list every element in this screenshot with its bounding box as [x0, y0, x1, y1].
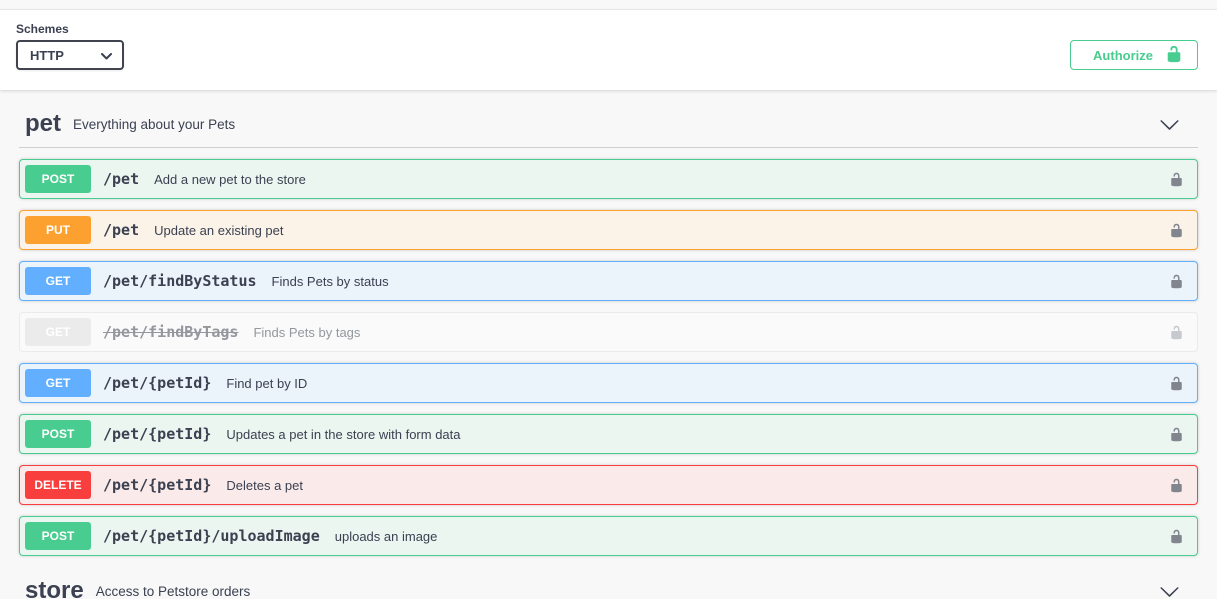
method-badge: POST — [25, 522, 91, 550]
operation-description: Finds Pets by status — [272, 274, 389, 289]
schemes-block: Schemes HTTP — [16, 22, 124, 70]
opblock-tag-section: store Access to Petstore orders — [19, 567, 1198, 599]
operation-path: /pet/{petId}/uploadImage — [103, 527, 320, 545]
operation-description: Update an existing pet — [154, 223, 283, 238]
auth-lock-button[interactable] — [1169, 528, 1184, 545]
auth-lock-button[interactable] — [1169, 171, 1184, 188]
method-badge: POST — [25, 420, 91, 448]
schemes-label: Schemes — [16, 22, 124, 36]
unlock-icon — [1169, 533, 1184, 548]
chevron-down-icon — [101, 48, 112, 63]
auth-lock-button[interactable] — [1169, 426, 1184, 443]
operation-list: POST /pet Add a new pet to the store PUT… — [19, 159, 1198, 556]
operation-path: /pet/{petId} — [103, 476, 211, 494]
section-expand-button[interactable] — [1159, 581, 1180, 599]
operation-description: Finds Pets by tags — [253, 325, 360, 340]
section-description: Access to Petstore orders — [96, 584, 251, 599]
unlock-icon — [1169, 380, 1184, 395]
unlock-icon — [1169, 482, 1184, 497]
operation-path: /pet/{petId} — [103, 374, 211, 392]
operation-row[interactable]: GET /pet/{petId} Find pet by ID — [19, 363, 1198, 403]
operation-description: uploads an image — [335, 529, 438, 544]
operation-row[interactable]: POST /pet/{petId}/uploadImage uploads an… — [19, 516, 1198, 556]
operation-description: Deletes a pet — [226, 478, 303, 493]
auth-lock-button[interactable] — [1169, 375, 1184, 392]
chevron-down-icon — [1159, 123, 1180, 138]
method-badge: GET — [25, 267, 91, 295]
section-expand-button[interactable] — [1159, 114, 1180, 135]
operation-description: Find pet by ID — [226, 376, 307, 391]
method-badge: DELETE — [25, 471, 91, 499]
unlock-icon — [1169, 329, 1184, 344]
chevron-down-icon — [1159, 590, 1180, 599]
section-description: Everything about your Pets — [73, 117, 235, 132]
auth-lock-button[interactable] — [1169, 324, 1184, 341]
operation-row[interactable]: DELETE /pet/{petId} Deletes a pet — [19, 465, 1198, 505]
unlock-icon — [1169, 278, 1184, 293]
operation-row[interactable]: POST /pet Add a new pet to the store — [19, 159, 1198, 199]
method-badge: PUT — [25, 216, 91, 244]
operations-container: pet Everything about your Pets POST /pet… — [0, 100, 1217, 599]
method-badge: GET — [25, 369, 91, 397]
auth-lock-button[interactable] — [1169, 222, 1184, 239]
operation-path: /pet/findByStatus — [103, 272, 257, 290]
opblock-tag-section: pet Everything about your Pets POST /pet… — [19, 100, 1198, 556]
operation-row[interactable]: POST /pet/{petId} Updates a pet in the s… — [19, 414, 1198, 454]
method-badge: GET — [25, 318, 91, 346]
operation-row[interactable]: GET /pet/findByTags Finds Pets by tags — [19, 312, 1198, 352]
unlock-icon — [1169, 176, 1184, 191]
operation-description: Updates a pet in the store with form dat… — [226, 427, 460, 442]
auth-lock-button[interactable] — [1169, 273, 1184, 290]
section-header[interactable]: store Access to Petstore orders — [19, 567, 1198, 599]
section-header[interactable]: pet Everything about your Pets — [19, 100, 1198, 148]
operation-path: /pet — [103, 221, 139, 239]
operation-row[interactable]: PUT /pet Update an existing pet — [19, 210, 1198, 250]
schemes-select[interactable]: HTTP — [16, 40, 124, 70]
unlock-icon — [1165, 45, 1183, 66]
operation-path: /pet/findByTags — [103, 323, 238, 341]
info-section-divider — [0, 0, 1217, 10]
unlock-icon — [1169, 431, 1184, 446]
method-badge: POST — [25, 165, 91, 193]
auth-lock-button[interactable] — [1169, 477, 1184, 494]
unlock-icon — [1169, 227, 1184, 242]
operation-row[interactable]: GET /pet/findByStatus Finds Pets by stat… — [19, 261, 1198, 301]
schemes-selected-value: HTTP — [30, 48, 64, 63]
authorize-button-label: Authorize — [1093, 48, 1153, 63]
operation-path: /pet/{petId} — [103, 425, 211, 443]
section-title: pet — [25, 110, 61, 138]
operation-path: /pet — [103, 170, 139, 188]
authorize-button[interactable]: Authorize — [1070, 40, 1198, 70]
section-title: store — [25, 577, 84, 599]
operation-description: Add a new pet to the store — [154, 172, 306, 187]
scheme-container: Schemes HTTP Authorize — [0, 10, 1217, 90]
